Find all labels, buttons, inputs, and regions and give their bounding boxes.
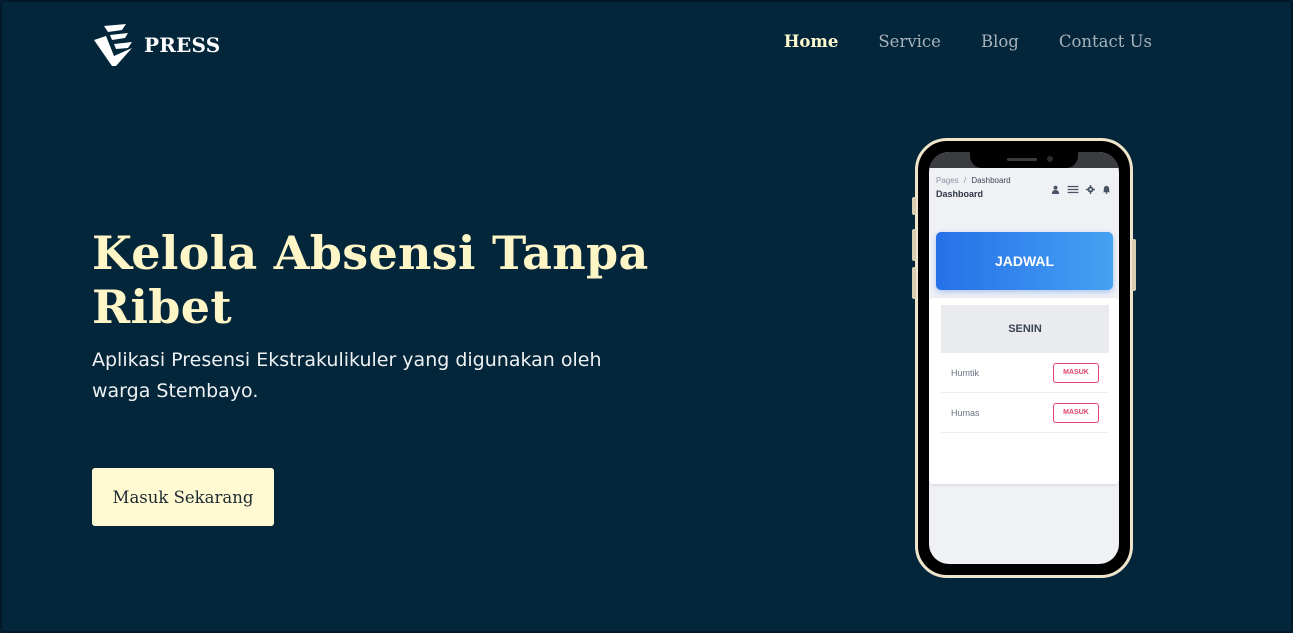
camera — [1047, 156, 1053, 162]
list-item: Humtik MASUK — [941, 353, 1109, 393]
activity-name: Humas — [951, 407, 980, 418]
activity-name: Humtik — [951, 367, 980, 378]
jadwal-button[interactable]: JADWAL — [936, 232, 1113, 290]
nav-blog[interactable]: Blog — [981, 32, 1019, 51]
hero-subtitle: Aplikasi Presensi Ekstrakulikuler yang d… — [92, 349, 602, 402]
nav-home[interactable]: Home — [784, 32, 839, 51]
masuk-button[interactable]: MASUK — [1053, 362, 1099, 383]
main-nav: Home Service Blog Contact Us — [784, 32, 1152, 51]
phone-side-button — [1132, 239, 1136, 291]
phone-side-button — [912, 229, 916, 261]
hero-title: Kelola Absensi Tanpa Ribet — [92, 226, 649, 334]
nav-service[interactable]: Service — [878, 32, 941, 51]
day-header: SENIN — [941, 305, 1109, 353]
nav-contact-us[interactable]: Contact Us — [1059, 32, 1152, 51]
app-header-icons — [1051, 185, 1111, 194]
chevron-e-logo-icon — [94, 24, 132, 66]
menu-icon[interactable] — [1067, 185, 1079, 194]
phone-mockup: Pages / Dashboard Dashboard JADWAL SENIN — [912, 138, 1136, 578]
masuk-button[interactable]: MASUK — [1053, 402, 1099, 423]
gear-icon[interactable] — [1086, 185, 1095, 194]
bell-icon[interactable] — [1102, 185, 1111, 194]
breadcrumb-root[interactable]: Pages — [936, 176, 959, 185]
breadcrumb: Pages / Dashboard — [936, 176, 1011, 185]
app-header: Pages / Dashboard Dashboard — [936, 176, 1011, 199]
breadcrumb-current: Dashboard — [971, 176, 1011, 185]
list-item: Humas MASUK — [941, 393, 1109, 433]
phone-notch — [970, 152, 1078, 168]
masuk-sekarang-button[interactable]: Masuk Sekarang — [92, 468, 274, 526]
schedule-card: SENIN Humtik MASUK Humas MASUK — [929, 298, 1119, 484]
phone-side-button — [912, 267, 916, 299]
brand-logo[interactable]: PRESS — [92, 22, 220, 68]
app-page-title: Dashboard — [936, 189, 984, 199]
phone-side-button — [912, 197, 916, 215]
user-icon[interactable] — [1051, 185, 1060, 194]
breadcrumb-separator: / — [963, 176, 967, 185]
speaker — [1007, 158, 1037, 161]
phone-screen: Pages / Dashboard Dashboard JADWAL SENIN — [929, 152, 1119, 564]
brand-name: PRESS — [144, 33, 221, 57]
